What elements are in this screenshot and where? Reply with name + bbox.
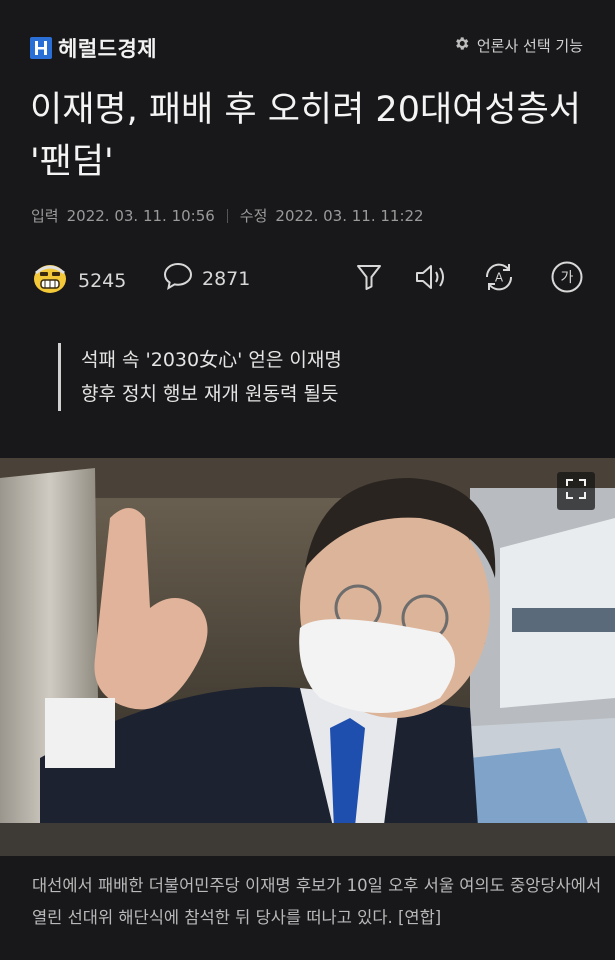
reaction-button[interactable]: 5245 [30, 261, 126, 300]
published-date: 2022. 03. 11. 10:56 [66, 206, 215, 225]
press-select-label: 언론사 선택 기능 [476, 37, 583, 55]
speaker-icon[interactable] [414, 260, 448, 294]
expand-photo-button[interactable] [557, 472, 595, 510]
photo-caption: 대선에서 패배한 더불어민주당 이재명 후보가 10일 오후 서울 여의도 중앙… [32, 876, 602, 927]
top-bar: 헤럴드경제 언론사 선택 기능 [0, 0, 615, 80]
modified-date: 2022. 03. 11. 11:22 [275, 206, 424, 225]
summary-line: 석패 속 '2030女心' 얻은 이재명 [81, 349, 342, 371]
reaction-count: 5245 [78, 269, 127, 292]
press-logo[interactable]: 헤럴드경제 [30, 33, 157, 63]
comment-count: 2871 [202, 267, 251, 290]
summary-funnel-icon[interactable] [352, 260, 386, 294]
press-select-button[interactable]: 언론사 선택 기능 [453, 35, 583, 56]
date-divider [226, 208, 228, 223]
modified-label: 수정 [239, 207, 268, 225]
press-logo-mark [30, 37, 52, 59]
article-dates: 입력 2022. 03. 11. 10:56 수정 2022. 03. 11. … [31, 205, 424, 226]
translate-icon[interactable]: A [482, 260, 516, 294]
fullscreen-icon [565, 478, 587, 504]
smiley-reaction-icon [30, 261, 70, 300]
font-size-glyph: 가 [561, 270, 574, 286]
published-label: 입력 [31, 207, 59, 225]
comment-button[interactable]: 2871 [162, 261, 250, 296]
translate-glyph: A [495, 271, 504, 285]
font-size-icon[interactable]: 가 [550, 260, 584, 294]
summary-line: 향후 정치 행보 재개 원동력 될듯 [81, 383, 339, 405]
article-photo-image [0, 458, 615, 856]
comment-bubble-icon [162, 261, 194, 296]
article-toolbar: 5245 2871 A 가 [0, 250, 615, 304]
gear-icon [453, 35, 470, 56]
article-title: 이재명, 패배 후 오히려 20대여성층서 '팬덤' [30, 90, 581, 182]
press-name: 헤럴드경제 [58, 37, 158, 61]
article-photo[interactable] [0, 458, 615, 856]
article-summary: 석패 속 '2030女心' 얻은 이재명 향후 정치 행보 재개 원동력 될듯 [58, 343, 342, 411]
